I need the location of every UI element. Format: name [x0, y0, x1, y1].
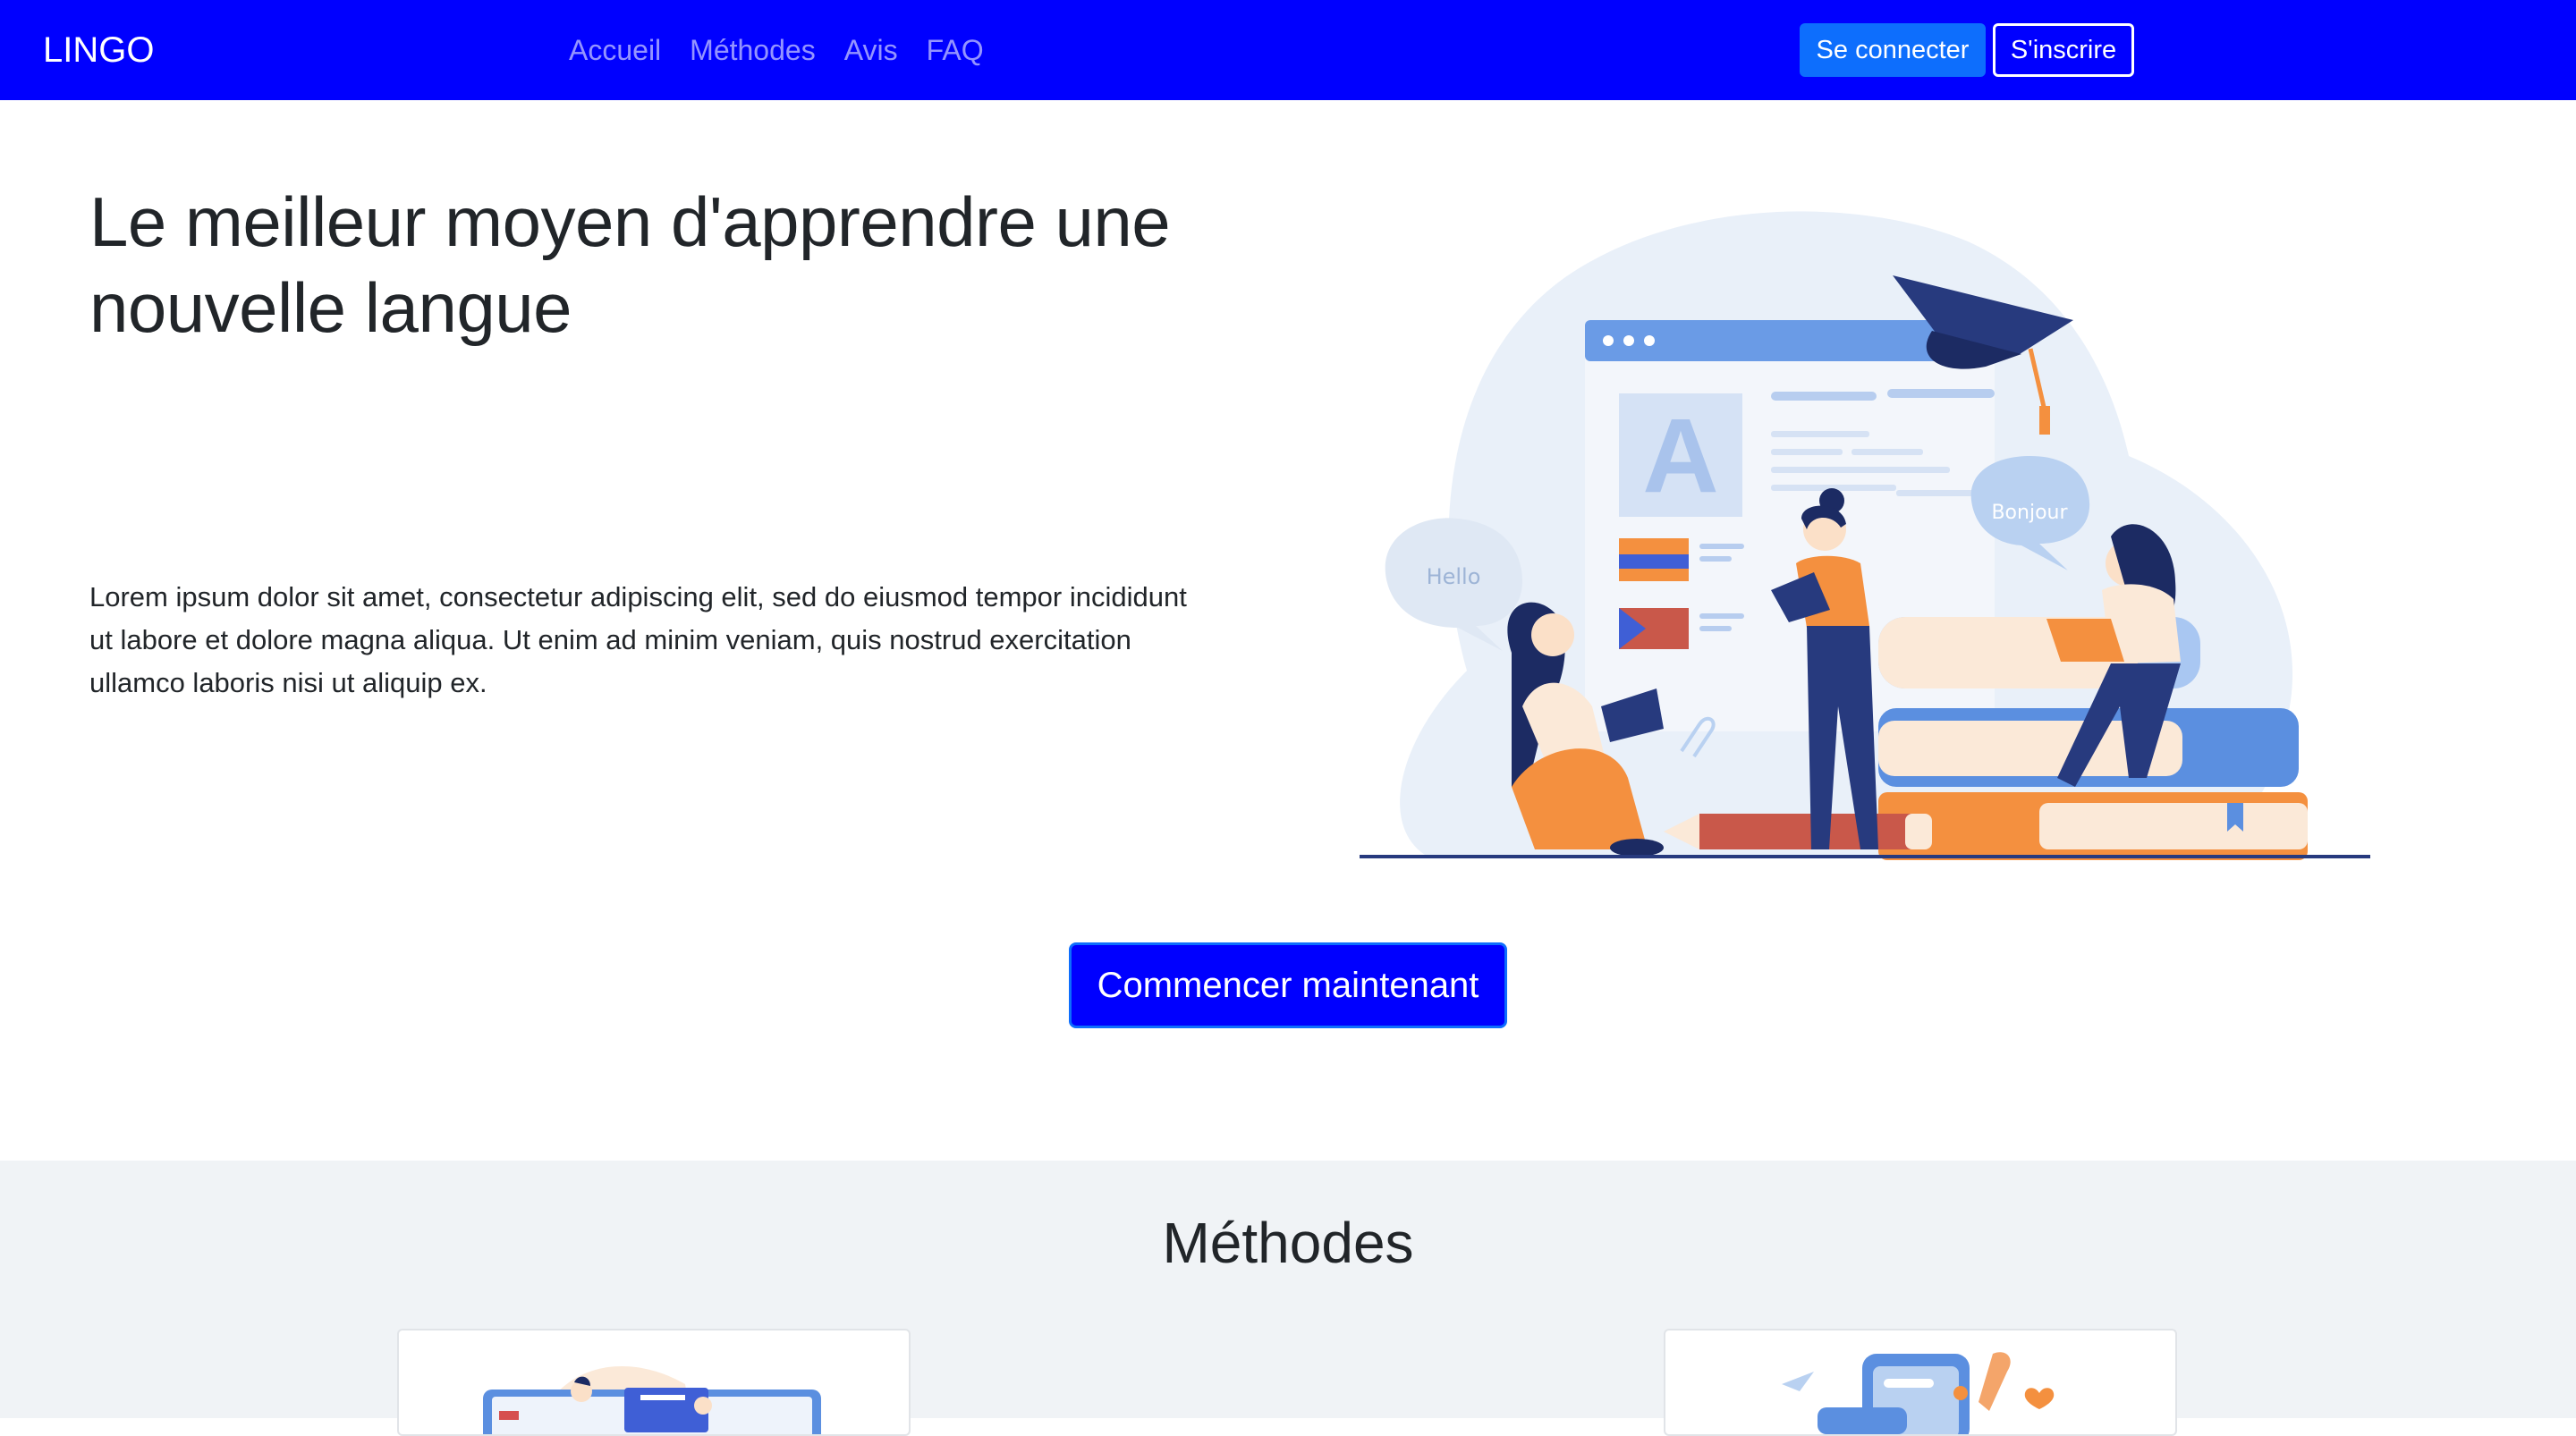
method-card-2[interactable] [1664, 1329, 2177, 1436]
brand-logo[interactable]: LINGO [43, 29, 154, 72]
pencil [1699, 814, 1914, 849]
page-letter: A [1642, 397, 1718, 515]
hero-title: Le meilleur moyen d'apprendre une nouvel… [89, 182, 1171, 347]
methods-section: Méthodes [0, 1161, 2576, 1436]
method-card-2-illustration [1782, 1352, 2055, 1434]
signup-button[interactable]: S'inscrire [1993, 23, 2134, 77]
bubble-bonjour-text: Bonjour [1991, 502, 2068, 524]
login-button[interactable]: Se connecter [1800, 23, 1986, 77]
flag-1 [1619, 538, 1689, 554]
method-card-1-illustration [483, 1366, 821, 1434]
nav-links: Accueil Méthodes Avis FAQ [569, 30, 1013, 70]
hero-illustration: A Hello Bonjour [1360, 211, 2370, 860]
start-now-button[interactable]: Commencer maintenant [1069, 942, 1507, 1028]
nav-link-faq[interactable]: FAQ [927, 30, 984, 70]
nav-link-accueil[interactable]: Accueil [569, 30, 661, 70]
methods-title: Méthodes [1162, 1211, 1414, 1275]
method-card-1[interactable] [397, 1329, 911, 1436]
bubble-hello-text: Hello [1427, 564, 1481, 589]
nav-link-methodes[interactable]: Méthodes [690, 30, 816, 70]
nav-link-avis[interactable]: Avis [844, 30, 898, 70]
navbar: LINGO Accueil Méthodes Avis FAQ Se conne… [0, 0, 2576, 100]
hero-description: Lorem ipsum dolor sit amet, consectetur … [89, 581, 1187, 698]
